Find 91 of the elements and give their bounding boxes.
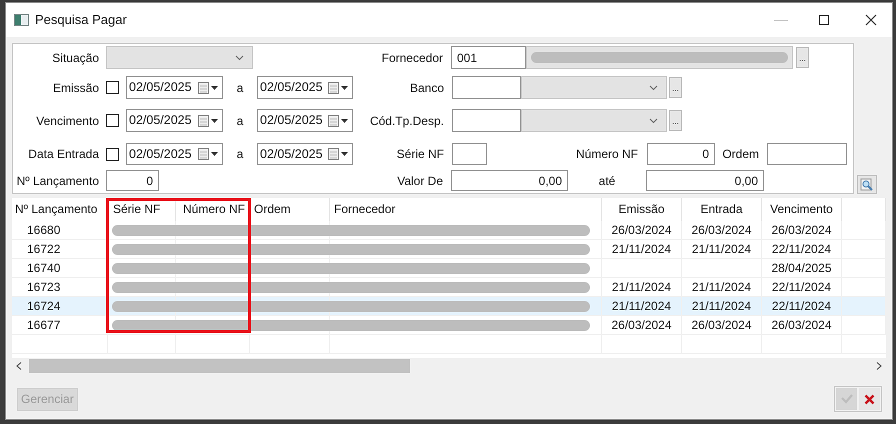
table-cell: 21/11/2024 [602, 278, 682, 296]
range-separator: a [236, 112, 244, 130]
input-field[interactable]: 0 [647, 143, 715, 165]
calendar-icon [198, 114, 219, 126]
calendar-icon [328, 114, 349, 126]
date-field[interactable]: 02/05/2025 [257, 109, 353, 132]
input-field[interactable]: 0,00 [451, 170, 568, 191]
date-value: 02/05/2025 [260, 79, 323, 96]
checkbox[interactable] [106, 148, 119, 160]
input-field[interactable] [452, 109, 521, 132]
field-label: Fornecedor [380, 50, 443, 66]
search-icon [860, 178, 874, 192]
field-label: Ordem [721, 146, 759, 163]
scroll-left-icon[interactable] [16, 362, 22, 370]
scroll-right-icon[interactable] [876, 362, 882, 370]
field-label: Banco [408, 80, 444, 96]
date-field[interactable]: 02/05/2025 [257, 143, 353, 165]
field-label: até [598, 172, 616, 190]
calendar-icon [198, 148, 219, 160]
date-value: 02/05/2025 [260, 112, 323, 130]
field-label: Cód.Tp.Desp. [368, 112, 444, 130]
table-cell: 26/03/2024 [682, 221, 762, 239]
table-cell: 22/11/2024 [762, 240, 842, 258]
field-label: Situação [51, 50, 99, 66]
date-value: 02/05/2025 [260, 146, 323, 163]
calendar-icon [328, 82, 349, 94]
calendar-icon [328, 148, 349, 160]
table-cell: 21/11/2024 [602, 297, 682, 315]
table-cell: 21/11/2024 [682, 240, 762, 258]
table-cell: 16677 [12, 316, 108, 334]
input-field[interactable] [452, 143, 487, 165]
table-row[interactable]: 16740 28/04/2025 [12, 259, 886, 278]
table-cell: 16680 [12, 221, 108, 239]
input-field[interactable]: 0 [106, 170, 159, 191]
field-label: Nº Lançamento [16, 172, 99, 190]
field-label: Vencimento [35, 112, 99, 130]
scrollbar-thumb[interactable] [29, 359, 410, 373]
table-row[interactable]: 16677 26/03/2024 26/03/2024 26/03/2024 [12, 316, 886, 335]
table-cell: 28/04/2025 [762, 259, 842, 277]
input-field[interactable]: 0,00 [646, 170, 764, 191]
date-field[interactable]: 02/05/2025 [126, 76, 223, 99]
field-label: Emissão [52, 80, 99, 96]
table-cell: 26/03/2024 [762, 316, 842, 334]
table-cell: 21/11/2024 [682, 278, 762, 296]
input-field[interactable] [452, 76, 521, 99]
input-field[interactable] [767, 143, 847, 165]
close-icon [865, 14, 877, 26]
maximize-button[interactable] [819, 15, 829, 25]
table-cell: 16722 [12, 240, 108, 258]
checkbox[interactable] [106, 81, 119, 94]
checkbox[interactable] [106, 114, 119, 127]
field-label: Número NF [574, 146, 638, 163]
input-field[interactable]: 001 [451, 46, 526, 69]
calendar-icon [198, 82, 219, 94]
date-value: 02/05/2025 [129, 146, 192, 163]
table-cell: 16724 [12, 297, 108, 315]
date-value: 02/05/2025 [129, 112, 192, 130]
table-cell: 26/03/2024 [602, 316, 682, 334]
table-cell: 26/03/2024 [682, 316, 762, 334]
cancel-button[interactable] [859, 388, 880, 410]
search-button[interactable] [857, 175, 877, 194]
window-title: Pesquisa Pagar [35, 11, 127, 30]
close-icon [864, 394, 875, 404]
table-row[interactable]: 16722 21/11/2024 21/11/2024 22/11/2024 [12, 240, 886, 259]
table-cell: 26/03/2024 [762, 221, 842, 239]
table-row[interactable]: 16723 21/11/2024 21/11/2024 22/11/2024 [12, 278, 886, 297]
chevron-down-icon [235, 54, 244, 60]
field-label: Data Entrada [27, 146, 99, 163]
window-icon [14, 14, 29, 26]
table-cell: 16723 [12, 278, 108, 296]
chevron-down-icon [649, 118, 658, 124]
table-row[interactable]: 16724 21/11/2024 21/11/2024 22/11/2024 [12, 297, 886, 316]
table-row[interactable]: 16680 26/03/2024 26/03/2024 26/03/2024 [12, 221, 886, 240]
table-cell: 16740 [12, 259, 108, 277]
table-cell: 21/11/2024 [682, 297, 762, 315]
date-field[interactable]: 02/05/2025 [126, 109, 223, 132]
field-label: Série NF [396, 146, 444, 163]
range-separator: a [236, 146, 244, 163]
check-icon [840, 394, 852, 404]
table-cell: 26/03/2024 [602, 221, 682, 239]
table-cell: 21/11/2024 [602, 240, 682, 258]
table-cell: 22/11/2024 [762, 278, 842, 296]
close-button[interactable] [865, 14, 877, 26]
date-value: 02/05/2025 [129, 79, 192, 96]
date-field[interactable]: 02/05/2025 [126, 143, 223, 165]
field-label: Valor De [396, 172, 443, 190]
table-cell: 22/11/2024 [762, 297, 842, 315]
range-separator: a [236, 80, 244, 96]
ellipsis-button[interactable]: ... [796, 47, 809, 68]
date-field[interactable]: 02/05/2025 [257, 76, 353, 99]
chevron-down-icon [649, 84, 658, 90]
